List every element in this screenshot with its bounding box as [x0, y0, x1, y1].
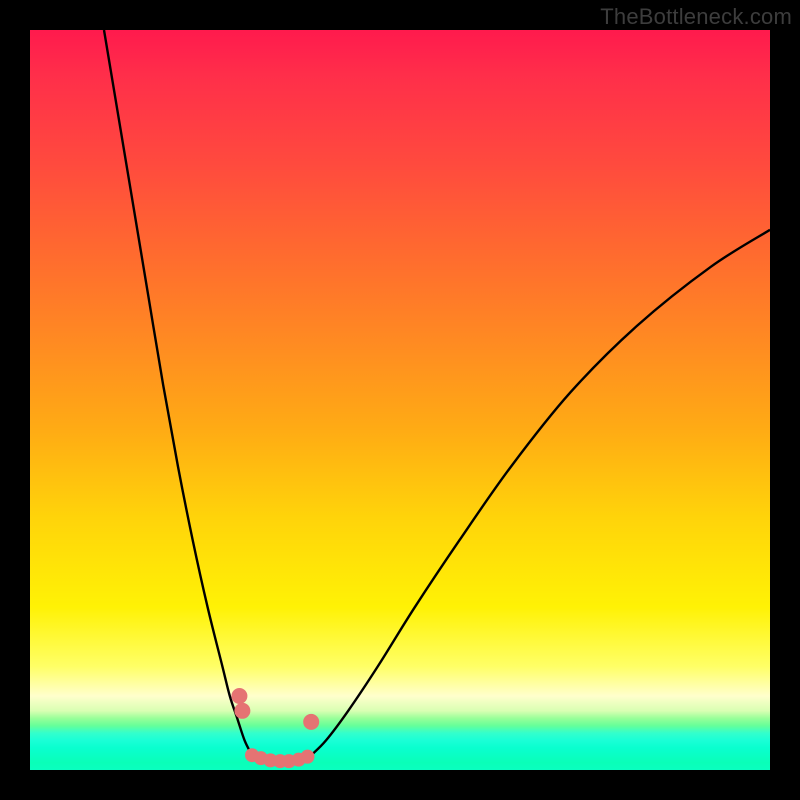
marker-group	[231, 688, 319, 768]
floor-marker	[303, 714, 319, 730]
floor-marker	[234, 703, 250, 719]
chart-frame: TheBottleneck.com	[0, 0, 800, 800]
attribution-label: TheBottleneck.com	[600, 4, 792, 30]
plot-area	[30, 30, 770, 770]
floor-markers	[30, 30, 770, 770]
floor-marker	[301, 750, 315, 764]
floor-marker	[231, 688, 247, 704]
